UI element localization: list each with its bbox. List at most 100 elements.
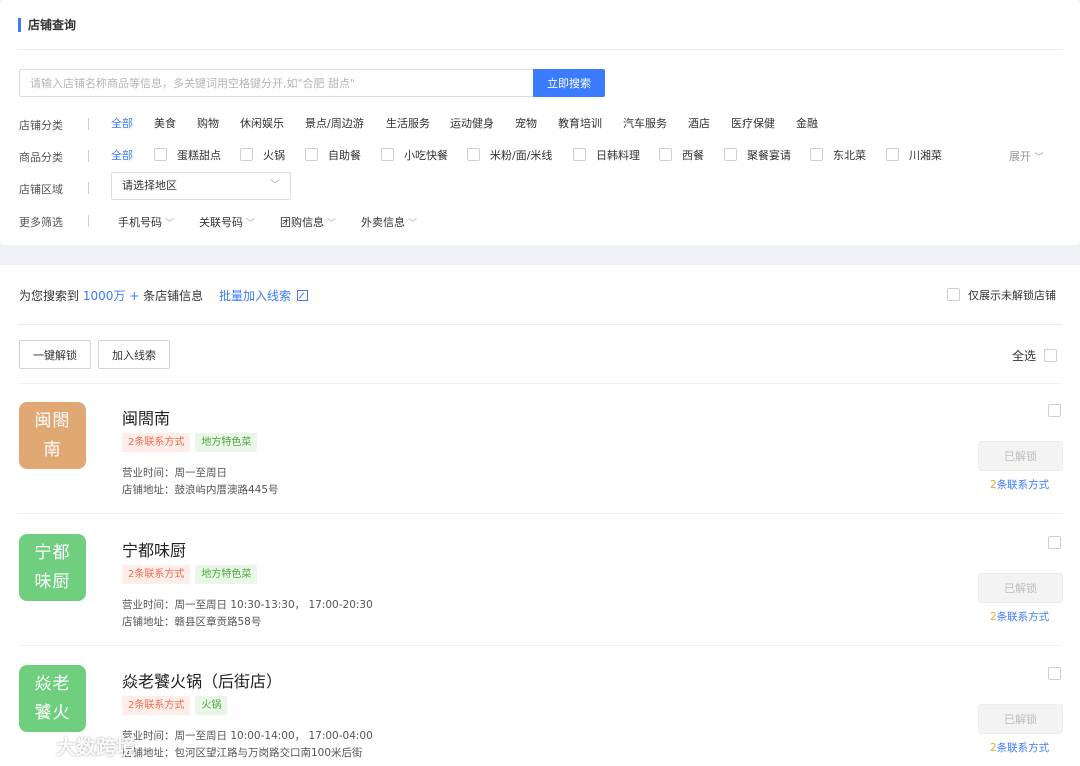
shop-category-option[interactable]: 休闲娱乐	[240, 115, 284, 131]
shop-tags: 2条联系方式 地方特色菜	[122, 433, 262, 452]
checkbox[interactable]	[305, 148, 318, 161]
watermark-logo-icon	[10, 740, 49, 756]
product-category-option[interactable]: 川湘菜	[886, 147, 942, 163]
shop-address: 店铺地址：鼓浪屿内厝澳路445号	[122, 484, 279, 496]
product-category-option[interactable]: 小吃快餐	[381, 147, 448, 163]
shop-name[interactable]: 闽閤南	[122, 405, 170, 429]
contact-link[interactable]: 2条联系方式	[990, 609, 1049, 624]
checkbox[interactable]	[724, 148, 737, 161]
group-buy-filter-dropdown[interactable]: 团购信息 ﹀	[280, 214, 336, 230]
checkbox[interactable]	[1048, 536, 1061, 549]
checkbox[interactable]	[810, 148, 823, 161]
shop-category-option[interactable]: 教育培训	[558, 115, 602, 131]
chevron-down-icon: ﹀	[327, 219, 337, 229]
contact-count-tag: 2条联系方式	[122, 433, 191, 452]
shop-name[interactable]: 宁都味厨	[122, 537, 186, 561]
product-category-row: 商品分类 全部 蛋糕甜点 火锅 自助餐 小吃快餐 米粉/面/米线 日韩料理 西餐…	[0, 146, 1080, 166]
shop-tags: 2条联系方式 火锅	[122, 696, 232, 715]
shop-info: 营业时间：周一至周日 店铺地址：鼓浪屿内厝澳路445号	[122, 465, 279, 499]
product-category-all[interactable]: 全部	[111, 147, 133, 163]
chevron-down-icon: ﹀	[270, 180, 280, 191]
product-category-option[interactable]: 聚餐宴请	[724, 147, 791, 163]
separator	[88, 118, 89, 130]
checkbox[interactable]	[1044, 349, 1058, 362]
shop-card: 焱老 饕火 焱老饕火锅（后街店） 2条联系方式 火锅 营业时间：周一至周日 10:…	[0, 646, 1080, 766]
shop-avatar: 闽閤 南	[19, 402, 86, 469]
unlocked-button[interactable]: 已解锁	[978, 441, 1063, 471]
separator	[88, 182, 89, 194]
batch-add-leads-link[interactable]: 批量加入线索	[219, 287, 309, 304]
product-category-option[interactable]: 西餐	[659, 147, 704, 163]
select-all[interactable]: 全选	[1012, 347, 1058, 364]
category-tag: 地方特色菜	[195, 433, 258, 452]
result-summary: 为您搜索到 1000万 + 条店铺信息	[19, 289, 204, 303]
linked-number-filter-dropdown[interactable]: 关联号码 ﹀	[199, 214, 255, 230]
shop-category-option[interactable]: 汽车服务	[623, 115, 667, 131]
checkbox[interactable]	[886, 148, 899, 161]
chevron-down-icon: ﹀	[1034, 153, 1044, 163]
shop-name[interactable]: 焱老饕火锅（后街店）	[122, 668, 282, 692]
watermark: 大数跨境	[8, 731, 136, 762]
shop-tags: 2条联系方式 地方特色菜	[122, 565, 262, 584]
checkbox[interactable]	[947, 288, 960, 301]
shop-category-option[interactable]: 美食	[154, 115, 176, 131]
unlocked-button[interactable]: 已解锁	[978, 573, 1063, 603]
checkbox[interactable]	[1048, 404, 1061, 417]
chevron-down-icon: ﹀	[165, 219, 175, 229]
section-title: 店铺查询	[18, 17, 76, 33]
shop-category-row: 店铺分类 全部 美食 购物 休闲娱乐 景点/周边游 生活服务 运动健身 宠物 教…	[0, 114, 1080, 134]
shop-hours: 营业时间：周一至周日 10:30-13:30， 17:00-20:30	[122, 599, 373, 611]
checkbox[interactable]	[1048, 667, 1061, 680]
add-lead-button[interactable]: 加入线索	[98, 340, 170, 369]
shop-select[interactable]	[1048, 536, 1061, 550]
product-category-option[interactable]: 米粉/面/米线	[467, 147, 552, 163]
product-category-option[interactable]: 东北菜	[810, 147, 866, 163]
checkbox[interactable]	[154, 148, 167, 161]
shop-category-option[interactable]: 生活服务	[386, 115, 430, 131]
phone-filter-dropdown[interactable]: 手机号码 ﹀	[118, 214, 174, 230]
edit-icon	[297, 290, 309, 301]
unlocked-button[interactable]: 已解锁	[978, 704, 1063, 734]
checkbox[interactable]	[381, 148, 394, 161]
shop-category-option[interactable]: 宠物	[515, 115, 537, 131]
checkbox[interactable]	[573, 148, 586, 161]
shop-category-option[interactable]: 金融	[796, 115, 818, 131]
only-unlocked-toggle[interactable]: 仅展示未解锁店铺	[947, 287, 1056, 303]
result-count: 1000万 +	[82, 289, 140, 303]
product-category-option[interactable]: 自助餐	[305, 147, 361, 163]
shop-hours: 营业时间：周一至周日 10:00-14:00， 17:00-04:00	[122, 730, 373, 742]
shop-category-option[interactable]: 运动健身	[450, 115, 494, 131]
product-category-option[interactable]: 日韩料理	[573, 147, 640, 163]
shop-select[interactable]	[1048, 404, 1061, 418]
shop-info: 营业时间：周一至周日 10:30-13:30， 17:00-20:30 店铺地址…	[122, 597, 373, 631]
shop-category-option[interactable]: 购物	[197, 115, 219, 131]
search-button[interactable]: 立即搜索	[533, 69, 605, 97]
more-filters-label: 更多筛选	[19, 216, 63, 229]
checkbox[interactable]	[659, 148, 672, 161]
shop-address: 店铺地址：包河区望江路与万岗路交口南100米后街	[122, 747, 363, 759]
contact-link[interactable]: 2条联系方式	[990, 477, 1049, 492]
chevron-down-icon: ﹀	[408, 219, 418, 229]
shop-avatar: 焱老 饕火	[19, 665, 86, 732]
shop-category-option[interactable]: 景点/周边游	[305, 115, 364, 131]
shop-category-option[interactable]: 酒店	[688, 115, 710, 131]
region-select[interactable]: 请选择地区 ﹀	[111, 172, 291, 200]
divider	[18, 324, 1062, 325]
product-category-option[interactable]: 蛋糕甜点	[154, 147, 221, 163]
shop-category-option[interactable]: 医疗保健	[731, 115, 775, 131]
shop-category-option[interactable]: 全部	[111, 115, 133, 131]
search-input[interactable]	[19, 69, 533, 97]
expand-toggle[interactable]: 展开 ﹀	[1009, 148, 1044, 164]
product-category-option[interactable]: 火锅	[240, 147, 285, 163]
divider	[18, 49, 1062, 50]
contact-count-tag: 2条联系方式	[122, 696, 191, 715]
shop-select[interactable]	[1048, 667, 1061, 681]
shop-category-label: 店铺分类	[19, 119, 63, 132]
checkbox[interactable]	[240, 148, 253, 161]
unlock-all-button[interactable]: 一键解锁	[19, 340, 91, 369]
delivery-filter-dropdown[interactable]: 外卖信息 ﹀	[361, 214, 417, 230]
shop-card: 闽閤 南 闽閤南 2条联系方式 地方特色菜 营业时间：周一至周日 店铺地址：鼓浪屿…	[0, 383, 1080, 514]
contact-link[interactable]: 2条联系方式	[990, 740, 1049, 755]
divider	[18, 513, 1062, 514]
checkbox[interactable]	[467, 148, 480, 161]
